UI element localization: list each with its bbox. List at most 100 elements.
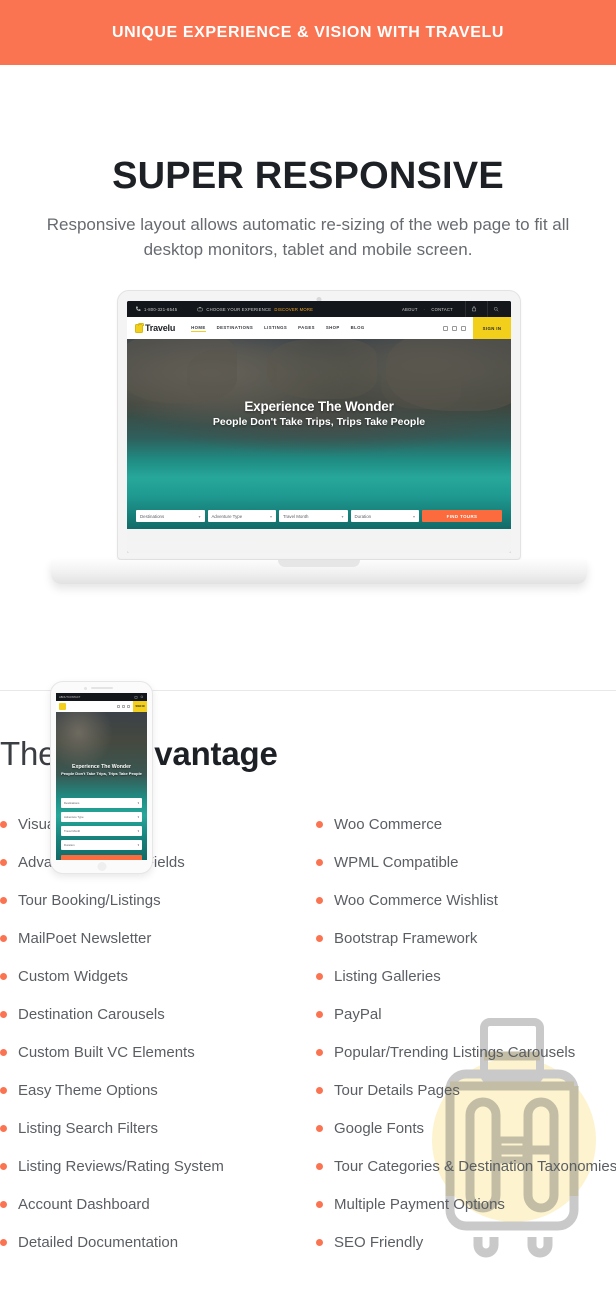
phone-field-label: Duration: [64, 843, 75, 848]
chevron-down-icon: ▾: [137, 815, 139, 820]
phone-topbar-about[interactable]: ABOUT: [59, 696, 68, 699]
search-field-adventure-type[interactable]: Adventure Type ▾: [207, 510, 276, 523]
facebook-icon[interactable]: [117, 705, 120, 709]
list-item: Bootstrap Framework: [316, 919, 616, 957]
cart-icon[interactable]: [134, 695, 138, 699]
facebook-icon[interactable]: [443, 325, 448, 331]
search-field-destinations[interactable]: Destinations ▾: [136, 510, 205, 523]
bullet-icon: [316, 1086, 323, 1094]
phone-search-field-adventure-type[interactable]: Adventure Type ▾: [61, 812, 142, 823]
device-mockup-group: 1-800-321-6545 CHOOSE YOUR EXPERIENCE DI…: [0, 290, 616, 875]
list-item: Advanced Custom Fields: [0, 843, 308, 881]
instagram-icon[interactable]: [122, 705, 125, 709]
bullet-icon: [0, 858, 7, 866]
chevron-down-icon: ▾: [137, 801, 139, 806]
phone-camera-icon: [83, 686, 87, 690]
instagram-icon[interactable]: [452, 325, 457, 331]
list-item-label: Listing Search Filters: [18, 1119, 159, 1137]
phone-social-icons: [117, 705, 133, 709]
suitcase-icon: [197, 307, 203, 312]
top-banner: Unique Experience & Vision with Travelu: [0, 0, 616, 65]
site-logo[interactable]: Travelu: [135, 322, 175, 333]
site-footer-strip: [127, 529, 511, 554]
advantage-right-column: Woo Commerce WPML Compatible Woo Commerc…: [308, 805, 616, 1261]
list-item: Listing Search Filters: [0, 1109, 308, 1147]
phone-search-field-destinations[interactable]: Destinations ▾: [61, 798, 142, 809]
twitter-icon[interactable]: [127, 705, 130, 709]
site-hero-subtitle: People Don't Take Trips, Trips Take Peop…: [212, 416, 426, 429]
topbar-link-about[interactable]: ABOUT: [402, 307, 418, 312]
list-item-label: SEO Friendly: [334, 1233, 424, 1251]
page-subtitle: Responsive layout allows automatic re-si…: [46, 215, 570, 259]
list-item-label: Tour Categories & Destination Taxonomies: [334, 1157, 616, 1175]
site-hero-copy: Experience The Wonder People Don't Take …: [127, 399, 511, 428]
search-field-duration[interactable]: Duration ▾: [350, 510, 419, 523]
cart-icon[interactable]: [465, 301, 481, 318]
laptop-screen: 1-800-321-6545 CHOOSE YOUR EXPERIENCE DI…: [127, 301, 511, 554]
bullet-icon: [316, 934, 323, 942]
laptop-mockup: 1-800-321-6545 CHOOSE YOUR EXPERIENCE DI…: [51, 290, 587, 585]
site-hero-image: Experience The Wonder People Don't Take …: [127, 339, 511, 530]
nav-item-blog[interactable]: BLOG: [351, 325, 365, 332]
topbar-cta-link[interactable]: DISCOVER MORE: [274, 307, 313, 312]
bullet-icon: [0, 1124, 7, 1132]
nav-links: HOME DESTINATIONS LISTINGS PAGES SHOP BL…: [191, 325, 365, 332]
list-item-label: Google Fonts: [334, 1119, 425, 1137]
bullet-icon: [316, 972, 323, 980]
search-icon[interactable]: [140, 695, 144, 699]
list-item-label: WPML Compatible: [334, 853, 459, 871]
list-item-label: Woo Commerce: [334, 815, 443, 833]
nav-item-shop[interactable]: SHOP: [326, 325, 340, 332]
list-item: Destination Carousels: [0, 995, 308, 1033]
list-item: Google Fonts: [316, 1109, 616, 1147]
twitter-icon[interactable]: [461, 325, 466, 331]
list-item: PayPal: [316, 995, 616, 1033]
nav-right-group: SIGN IN: [443, 317, 511, 340]
nav-item-pages[interactable]: PAGES: [298, 325, 315, 332]
chevron-down-icon: ▾: [198, 513, 201, 519]
phone-home-button[interactable]: [97, 862, 106, 872]
phone-find-tours-button[interactable]: FIND TOURS: [61, 855, 142, 861]
phone-search-field-duration[interactable]: Duration ▾: [61, 840, 142, 851]
hero-section: SUPER RESPONSIVE Responsive layout allow…: [0, 65, 616, 262]
bullet-icon: [0, 1162, 7, 1170]
search-icon[interactable]: [487, 301, 503, 318]
search-field-travel-month[interactable]: Travel Month ▾: [279, 510, 348, 523]
phone-topbar-contact[interactable]: CONTACT: [68, 696, 80, 699]
list-item: Listing Galleries: [316, 957, 616, 995]
phone-screen: ABOUT CONTACT SIGN IN Experience The Won…: [56, 693, 147, 861]
list-item: Tour Categories & Destination Taxonomies: [316, 1147, 616, 1185]
list-item-label: Popular/Trending Listings Carousels: [334, 1043, 576, 1061]
phone-mockup: ABOUT CONTACT SIGN IN Experience The Won…: [50, 681, 153, 875]
bullet-icon: [316, 820, 323, 828]
bullet-icon: [316, 1238, 323, 1246]
topbar-link-contact[interactable]: CONTACT: [431, 307, 453, 312]
search-field-travel-month-label: Travel Month: [283, 513, 309, 519]
chevron-down-icon: ▾: [341, 513, 344, 519]
topbar-separator: -: [423, 306, 426, 312]
nav-item-listings[interactable]: LISTINGS: [264, 325, 287, 332]
list-item: SEO Friendly: [316, 1223, 616, 1261]
nav-item-home[interactable]: HOME: [191, 325, 206, 332]
hamburger-menu-icon[interactable]: [59, 703, 66, 711]
list-item: Custom Built VC Elements: [0, 1033, 308, 1071]
phone-hero-copy: Experience The Wonder People Don't Take …: [56, 764, 147, 776]
phone-speaker: [90, 687, 113, 690]
list-item: Visual Composer: [0, 805, 308, 843]
topbar-tagline: CHOOSE YOUR EXPERIENCE: [206, 306, 272, 312]
laptop-base: [51, 560, 587, 585]
find-tours-button[interactable]: FIND TOURS: [422, 510, 502, 523]
list-item-label: Bootstrap Framework: [334, 929, 478, 947]
phone-search-field-travel-month[interactable]: Travel Month ▾: [61, 826, 142, 837]
site-search-bar: Destinations ▾ Adventure Type ▾ Travel M…: [136, 510, 502, 523]
chevron-down-icon: ▾: [137, 829, 139, 834]
signin-button[interactable]: SIGN IN: [473, 317, 511, 340]
list-item-label: Destination Carousels: [18, 1005, 165, 1023]
phone-signin-button[interactable]: SIGN IN: [133, 701, 147, 713]
list-item-label: Tour Booking/Listings: [18, 891, 161, 909]
list-item: Woo Commerce: [316, 805, 616, 843]
nav-item-destinations[interactable]: DESTINATIONS: [217, 325, 253, 332]
site-navigation: Travelu HOME DESTINATIONS LISTINGS PAGES…: [127, 317, 511, 340]
phone-hero-image: Experience The Wonder People Don't Take …: [56, 712, 147, 861]
banner-title: Unique Experience & Vision with Travelu: [111, 23, 505, 41]
